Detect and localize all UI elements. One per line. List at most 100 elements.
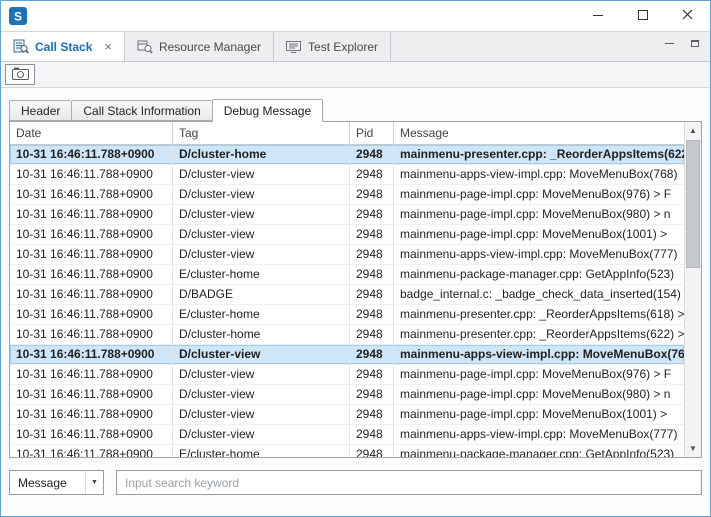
subtab-debug-message[interactable]: Debug Message bbox=[212, 99, 323, 122]
scroll-up-button[interactable]: ▲ bbox=[685, 122, 701, 139]
cell-pid: 2948 bbox=[350, 305, 394, 324]
cell-tag: D/cluster-view bbox=[173, 405, 350, 424]
cell-pid: 2948 bbox=[350, 365, 394, 384]
test-explorer-icon bbox=[286, 40, 302, 54]
tab-bar: Call Stack × Resource Manager Test Explo… bbox=[1, 31, 710, 62]
cell-pid: 2948 bbox=[350, 345, 394, 364]
tab-label: Test Explorer bbox=[308, 40, 378, 54]
table-row[interactable]: 10-31 16:46:11.788+0900E/cluster-home294… bbox=[10, 305, 684, 325]
cell-date: 10-31 16:46:11.788+0900 bbox=[10, 225, 173, 244]
table-row[interactable]: 10-31 16:46:11.788+0900D/cluster-home294… bbox=[10, 145, 684, 165]
cell-date: 10-31 16:46:11.788+0900 bbox=[10, 265, 173, 284]
cell-date: 10-31 16:46:11.788+0900 bbox=[10, 245, 173, 264]
cell-pid: 2948 bbox=[350, 265, 394, 284]
table-row[interactable]: 10-31 16:46:11.788+0900D/cluster-view294… bbox=[10, 385, 684, 405]
table-row[interactable]: 10-31 16:46:11.788+0900D/cluster-home294… bbox=[10, 325, 684, 345]
scroll-down-button[interactable]: ▼ bbox=[685, 440, 701, 457]
search-input[interactable] bbox=[116, 470, 702, 495]
table-row[interactable]: 10-31 16:46:11.788+0900D/cluster-view294… bbox=[10, 425, 684, 445]
toolbar bbox=[1, 62, 710, 88]
resource-manager-icon bbox=[137, 39, 153, 54]
close-icon bbox=[682, 7, 693, 25]
table-row[interactable]: 10-31 16:46:11.788+0900D/BADGE2948badge_… bbox=[10, 285, 684, 305]
cell-date: 10-31 16:46:11.788+0900 bbox=[10, 425, 173, 444]
table-row[interactable]: 10-31 16:46:11.788+0900D/cluster-view294… bbox=[10, 165, 684, 185]
cell-tag: D/cluster-view bbox=[173, 385, 350, 404]
tab-label: Call Stack bbox=[35, 40, 92, 54]
cell-tag: D/cluster-view bbox=[173, 365, 350, 384]
filter-dropdown[interactable]: Message ▼ bbox=[9, 470, 104, 495]
cell-tag: E/cluster-home bbox=[173, 445, 350, 457]
cell-date: 10-31 16:46:11.788+0900 bbox=[10, 205, 173, 224]
svg-text:S: S bbox=[14, 10, 22, 24]
cell-message: mainmenu-presenter.cpp: _ReorderAppsItem… bbox=[394, 305, 684, 324]
cell-message: mainmenu-presenter.cpp: _ReorderAppsItem… bbox=[394, 325, 684, 344]
subtab-call-stack-information[interactable]: Call Stack Information bbox=[71, 100, 211, 121]
cell-pid: 2948 bbox=[350, 185, 394, 204]
table-row[interactable]: 10-31 16:46:11.788+0900D/cluster-view294… bbox=[10, 205, 684, 225]
column-header-tag[interactable]: Tag bbox=[173, 122, 350, 144]
cell-date: 10-31 16:46:11.788+0900 bbox=[10, 385, 173, 404]
cell-date: 10-31 16:46:11.788+0900 bbox=[10, 165, 173, 184]
pane-maximize-icon bbox=[691, 40, 699, 47]
pane-minimize-button[interactable] bbox=[662, 37, 676, 49]
maximize-icon bbox=[638, 7, 648, 25]
minimize-icon bbox=[593, 7, 603, 25]
table-row[interactable]: 10-31 16:46:11.788+0900D/cluster-view294… bbox=[10, 245, 684, 265]
table-row[interactable]: 10-31 16:46:11.788+0900D/cluster-view294… bbox=[10, 345, 684, 365]
pane-minimize-icon bbox=[665, 43, 674, 44]
subtab-bar: Header Call Stack Information Debug Mess… bbox=[9, 98, 702, 121]
vertical-scrollbar[interactable]: ▲ ▼ bbox=[684, 122, 701, 457]
tab-resource-manager[interactable]: Resource Manager bbox=[125, 32, 274, 61]
cell-date: 10-31 16:46:11.788+0900 bbox=[10, 305, 173, 324]
cell-tag: D/cluster-home bbox=[173, 145, 350, 164]
pane-controls bbox=[662, 37, 702, 49]
table-row[interactable]: 10-31 16:46:11.788+0900E/cluster-home294… bbox=[10, 445, 684, 457]
cell-tag: D/cluster-view bbox=[173, 345, 350, 364]
cell-message: mainmenu-page-impl.cpp: MoveMenuBox(976)… bbox=[394, 365, 684, 384]
cell-tag: D/cluster-view bbox=[173, 165, 350, 184]
cell-message: mainmenu-page-impl.cpp: MoveMenuBox(1001… bbox=[394, 225, 684, 244]
column-header-pid[interactable]: Pid bbox=[350, 122, 394, 144]
cell-pid: 2948 bbox=[350, 245, 394, 264]
table-body: 10-31 16:46:11.788+0900D/cluster-home294… bbox=[10, 145, 684, 457]
tab-test-explorer[interactable]: Test Explorer bbox=[274, 32, 391, 61]
call-stack-icon bbox=[13, 39, 29, 54]
window-minimize-button[interactable] bbox=[575, 1, 620, 31]
cell-tag: D/cluster-view bbox=[173, 425, 350, 444]
cell-date: 10-31 16:46:11.788+0900 bbox=[10, 285, 173, 304]
window-maximize-button[interactable] bbox=[620, 1, 665, 31]
column-header-date[interactable]: Date bbox=[10, 122, 173, 144]
cell-message: mainmenu-page-impl.cpp: MoveMenuBox(980)… bbox=[394, 385, 684, 404]
scroll-thumb[interactable] bbox=[686, 140, 700, 268]
cell-pid: 2948 bbox=[350, 165, 394, 184]
cell-tag: D/BADGE bbox=[173, 285, 350, 304]
cell-date: 10-31 16:46:11.788+0900 bbox=[10, 185, 173, 204]
cell-date: 10-31 16:46:11.788+0900 bbox=[10, 345, 173, 364]
tab-call-stack[interactable]: Call Stack × bbox=[1, 32, 125, 61]
app-logo-icon: S bbox=[9, 7, 27, 25]
camera-icon bbox=[12, 67, 29, 83]
pane-maximize-button[interactable] bbox=[688, 37, 702, 49]
column-header-message[interactable]: Message bbox=[394, 122, 684, 144]
capture-button[interactable] bbox=[5, 64, 35, 85]
table-row[interactable]: 10-31 16:46:11.788+0900E/cluster-home294… bbox=[10, 265, 684, 285]
table-row[interactable]: 10-31 16:46:11.788+0900D/cluster-view294… bbox=[10, 365, 684, 385]
cell-pid: 2948 bbox=[350, 425, 394, 444]
cell-pid: 2948 bbox=[350, 405, 394, 424]
cell-date: 10-31 16:46:11.788+0900 bbox=[10, 445, 173, 457]
cell-message: mainmenu-apps-view-impl.cpp: MoveMenuBox… bbox=[394, 345, 684, 364]
table-row[interactable]: 10-31 16:46:11.788+0900D/cluster-view294… bbox=[10, 225, 684, 245]
tab-close-icon[interactable]: × bbox=[104, 40, 112, 53]
window-close-button[interactable] bbox=[665, 1, 710, 31]
subtab-header[interactable]: Header bbox=[9, 100, 71, 121]
cell-message: mainmenu-apps-view-impl.cpp: MoveMenuBox… bbox=[394, 245, 684, 264]
cell-pid: 2948 bbox=[350, 145, 394, 164]
cell-date: 10-31 16:46:11.788+0900 bbox=[10, 145, 173, 164]
cell-date: 10-31 16:46:11.788+0900 bbox=[10, 365, 173, 384]
cell-pid: 2948 bbox=[350, 205, 394, 224]
table-row[interactable]: 10-31 16:46:11.788+0900D/cluster-view294… bbox=[10, 405, 684, 425]
title-bar: S bbox=[1, 1, 710, 31]
table-row[interactable]: 10-31 16:46:11.788+0900D/cluster-view294… bbox=[10, 185, 684, 205]
cell-date: 10-31 16:46:11.788+0900 bbox=[10, 405, 173, 424]
